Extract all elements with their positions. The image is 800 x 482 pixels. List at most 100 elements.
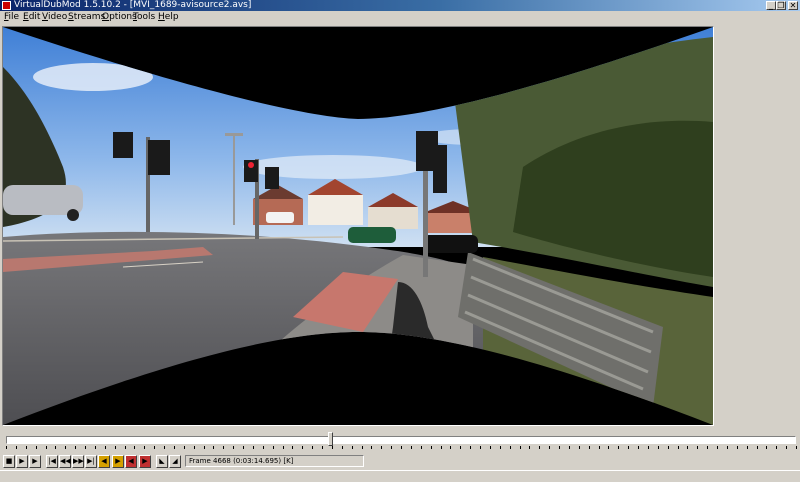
trackbar-tick	[45, 446, 47, 449]
minimize-button[interactable]: _	[766, 1, 776, 10]
trackbar-tick	[489, 446, 491, 449]
trackbar-tick	[687, 446, 689, 449]
trackbar-tick	[312, 446, 314, 449]
trackbar-tick	[440, 446, 442, 449]
menu-video[interactable]: Video	[42, 11, 67, 24]
video-frame-image	[3, 27, 713, 425]
app-icon[interactable]	[2, 1, 11, 10]
trackbar-tick	[154, 446, 156, 449]
trackbar-tick	[618, 446, 620, 449]
step-forward-button[interactable]: ▶▶	[72, 455, 84, 468]
trackbar-tick	[164, 446, 165, 449]
status-bar	[0, 470, 800, 482]
restore-button[interactable]: ❐	[776, 1, 786, 10]
trackbar-tick	[717, 446, 718, 449]
trackbar-tick	[480, 446, 481, 449]
trackbar-tick	[25, 446, 27, 449]
trackbar-tick	[707, 446, 709, 449]
trackbar-tick	[549, 446, 551, 449]
trackbar-tick	[598, 446, 600, 449]
menu-tools[interactable]: Tools	[133, 11, 155, 24]
trackbar-tick	[746, 446, 748, 449]
title-bar[interactable]: VirtualDubMod 1.5.10.2 - [MVI_1689-aviso…	[0, 0, 800, 11]
menu-options[interactable]: Options	[102, 11, 137, 24]
trackbar-tick	[223, 446, 225, 449]
prev-keyframe-button[interactable]: ◀	[98, 455, 110, 468]
trackbar-tick	[667, 446, 669, 449]
step-back-button[interactable]: ◀◀	[59, 455, 71, 468]
trackbar-tick	[6, 446, 7, 449]
trackbar-tick	[134, 446, 136, 449]
trackbar-tick	[391, 446, 393, 449]
trackbar-tick	[460, 446, 462, 449]
trackbar-tick	[766, 446, 768, 449]
trackbar-tick	[499, 446, 501, 449]
go-end-button[interactable]: ▶|	[85, 455, 97, 468]
mark-out-button[interactable]: ◢	[169, 455, 181, 468]
trackbar-tick	[292, 446, 294, 449]
trackbar-tick	[539, 446, 541, 449]
trackbar-tick	[243, 446, 244, 449]
trackbar-tick	[568, 446, 570, 449]
trackbar-tick	[559, 446, 560, 449]
trackbar-tick	[470, 446, 472, 449]
trackbar-tick	[657, 446, 659, 449]
scene-back-button[interactable]: ◀	[125, 455, 137, 468]
trackbar-tick	[786, 446, 788, 449]
go-start-button[interactable]: |◀	[46, 455, 58, 468]
trackbar-tick	[104, 446, 106, 449]
trackbar-tick	[420, 446, 422, 449]
trackbar-tick	[272, 446, 274, 449]
trackbar-tick	[361, 446, 363, 449]
trackbar-tick	[756, 446, 758, 449]
play-output-button[interactable]: ▶	[29, 455, 41, 468]
trackbar-tick	[341, 446, 343, 449]
play-input-button[interactable]: ▶	[16, 455, 28, 468]
trackbar-tick	[796, 446, 797, 449]
frame-indicator: Frame 4668 (0:03:14.695) [K]	[185, 455, 364, 467]
menu-edit[interactable]: Edit	[23, 11, 40, 24]
trackbar-tick	[519, 446, 521, 449]
trackbar-tick	[410, 446, 412, 449]
trackbar-tick	[351, 446, 353, 449]
trackbar-tick	[638, 446, 639, 449]
trackbar-tick	[94, 446, 96, 449]
trackbar-tick	[509, 446, 511, 449]
trackbar-tick	[213, 446, 215, 449]
position-thumb[interactable]	[327, 432, 333, 446]
mark-in-button[interactable]: ◣	[156, 455, 168, 468]
close-button[interactable]: ✕	[788, 1, 798, 10]
trackbar-tick	[381, 446, 383, 449]
trackbar-tick	[628, 446, 630, 449]
window-title: VirtualDubMod 1.5.10.2 - [MVI_1689-aviso…	[14, 0, 252, 10]
next-keyframe-button[interactable]: ▶	[112, 455, 124, 468]
trackbar-tick	[588, 446, 590, 449]
trackbar-tick	[776, 446, 778, 449]
trackbar-tick	[203, 446, 205, 449]
trackbar-tick	[726, 446, 728, 449]
scene-forward-button[interactable]: ▶	[139, 455, 151, 468]
menu-file[interactable]: File	[4, 11, 19, 24]
trackbar-tick	[302, 446, 304, 449]
video-preview	[2, 26, 714, 426]
trackbar-tick	[736, 446, 738, 449]
trackbar-tick	[450, 446, 452, 449]
trackbar-tick	[677, 446, 679, 449]
trackbar-tick	[173, 446, 175, 449]
menu-streams[interactable]: Streams	[68, 11, 105, 24]
trackbar-tick	[114, 446, 116, 449]
trackbar-tick	[183, 446, 185, 449]
trackbar-tick	[144, 446, 146, 449]
trackbar-tick	[55, 446, 57, 449]
menu-help[interactable]: Help	[158, 11, 179, 24]
trackbar-tick	[401, 446, 402, 449]
trackbar-tick	[75, 446, 77, 449]
trackbar-tick	[371, 446, 373, 449]
trackbar-tick	[233, 446, 235, 449]
position-trackbar[interactable]	[6, 436, 796, 444]
trackbar-tick	[85, 446, 86, 449]
trackbar-tick	[35, 446, 37, 449]
trackbar-tick	[647, 446, 649, 449]
trackbar-tick	[322, 446, 323, 449]
stop-button[interactable]: ■	[3, 455, 15, 468]
